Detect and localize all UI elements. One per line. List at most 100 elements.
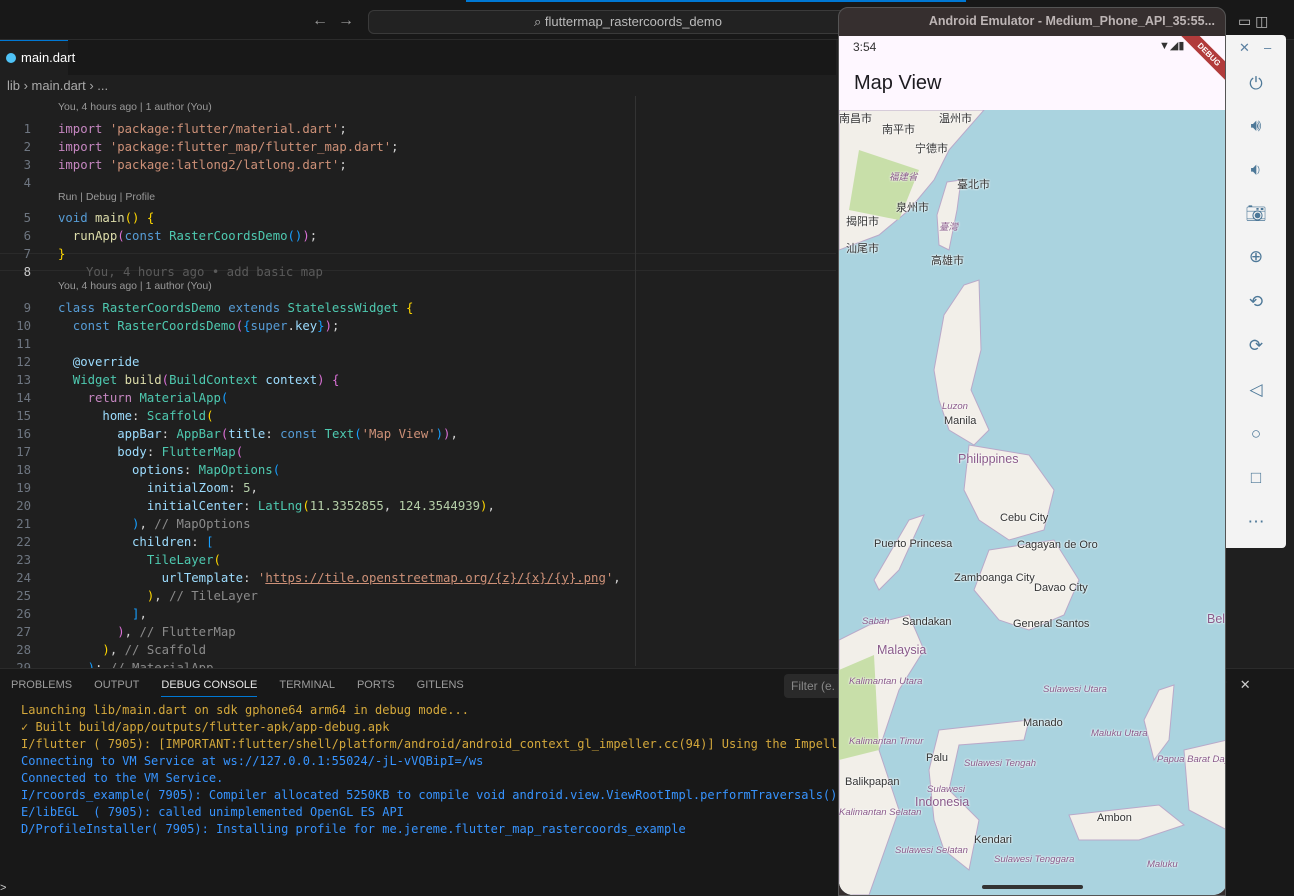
code-token: : bbox=[243, 498, 258, 513]
android-emulator-window: Android Emulator - Medium_Phone_API_35:5… bbox=[838, 7, 1226, 896]
code-line[interactable]: 16 appBar: AppBar(title: const Text('Map… bbox=[0, 425, 836, 443]
code-line[interactable]: 5 void main() { bbox=[0, 209, 836, 227]
code-line[interactable]: 3 import 'package:latlong2/latlong.dart'; bbox=[0, 156, 836, 174]
volume-down-icon[interactable]: 🔉︎ bbox=[1245, 159, 1267, 181]
code-text: import 'package:latlong2/latlong.dart'; bbox=[58, 156, 347, 174]
code-line[interactable]: 7} bbox=[0, 245, 836, 263]
code-token: , bbox=[154, 588, 170, 603]
code-line[interactable]: 17 body: FlutterMap( bbox=[0, 443, 836, 461]
back-arrow-icon[interactable]: ← bbox=[312, 12, 328, 30]
code-token: ( bbox=[213, 552, 221, 567]
panel-tab-output[interactable]: OUTPUT bbox=[94, 679, 139, 696]
line-number: 26 bbox=[16, 606, 31, 621]
code-token: import bbox=[58, 139, 110, 154]
code-token: : bbox=[183, 462, 199, 477]
map-label: Palu bbox=[926, 752, 949, 764]
code-token: ( bbox=[235, 318, 244, 333]
breadcrumb[interactable]: lib › main.dart › ... bbox=[7, 78, 108, 93]
code-line[interactable]: 25 ), // TileLayer bbox=[0, 587, 836, 605]
code-token: ; bbox=[309, 229, 318, 243]
code-token: appBar bbox=[58, 426, 162, 441]
code-token: Scaffold bbox=[146, 408, 207, 423]
line-number: 3 bbox=[23, 157, 31, 172]
code-token: ) bbox=[58, 516, 140, 531]
layout-toggle-icons[interactable]: ▭ ◫ bbox=[1238, 13, 1268, 30]
code-line[interactable]: 2 import 'package:flutter_map/flutter_map… bbox=[0, 138, 836, 156]
map-label: Manila bbox=[944, 415, 977, 427]
map-label: Papua Barat Daya bbox=[1157, 754, 1225, 765]
code-line[interactable]: 21 ), // MapOptions bbox=[0, 515, 836, 533]
code-token: 'package:flutter/material.dart' bbox=[109, 121, 340, 136]
volume-up-icon[interactable]: 🔊︎ bbox=[1245, 115, 1267, 137]
code-line[interactable]: 26 ], bbox=[0, 605, 836, 623]
code-line[interactable]: 6 runApp(const RasterCoordsDemo()); bbox=[0, 227, 836, 245]
command-center-search[interactable]: ⌕ fluttermap_rastercoords_demo bbox=[368, 10, 888, 34]
code-line[interactable]: 22 children: [ bbox=[0, 533, 836, 551]
panel-tab-problems[interactable]: PROBLEMS bbox=[11, 679, 72, 696]
rotate-right-icon[interactable]: ⟳ bbox=[1245, 335, 1267, 357]
map-label: 福建省 bbox=[889, 172, 918, 183]
close-panel-icon[interactable]: ✕ bbox=[1240, 677, 1251, 692]
code-token: main bbox=[95, 211, 125, 225]
code-token: super bbox=[250, 318, 288, 333]
code-text: initialCenter: LatLng(11.3352855, 124.35… bbox=[58, 497, 495, 515]
back-icon[interactable]: ◁ bbox=[1245, 379, 1267, 401]
code-line[interactable]: 20 initialCenter: LatLng(11.3352855, 124… bbox=[0, 497, 836, 515]
code-token: , bbox=[383, 498, 399, 513]
code-line[interactable]: 24 urlTemplate: 'https://tile.openstreet… bbox=[0, 569, 836, 587]
map-label: Philippines bbox=[958, 452, 1019, 466]
codelens[interactable]: You, 4 hours ago | 1 author (You) bbox=[58, 277, 212, 295]
code-line[interactable]: 28 ), // Scaffold bbox=[0, 641, 836, 659]
code-text: body: FlutterMap( bbox=[58, 443, 243, 461]
console-prompt[interactable]: > bbox=[0, 882, 6, 894]
code-line[interactable]: 12 @override bbox=[0, 353, 836, 371]
panel-tab-gitlens[interactable]: GITLENS bbox=[417, 679, 464, 696]
code-line[interactable]: 18 options: MapOptions( bbox=[0, 461, 836, 479]
code-line[interactable]: 1 import 'package:flutter/material.dart'; bbox=[0, 120, 836, 138]
code-token: ( bbox=[235, 444, 244, 459]
minimize-emulator-icon[interactable]: – bbox=[1264, 40, 1271, 55]
code-token: children bbox=[58, 534, 192, 549]
tab-main-dart[interactable]: main.dart bbox=[0, 40, 75, 75]
code-line[interactable]: 27 ), // FlutterMap bbox=[0, 623, 836, 641]
overview-icon[interactable]: □ bbox=[1245, 467, 1267, 489]
camera-icon[interactable]: 📷︎ bbox=[1245, 203, 1267, 225]
home-icon[interactable]: ○ bbox=[1245, 423, 1267, 445]
map-view[interactable]: 南昌市 温州市 南平市 宁德市 福建省 臺北市 泉州市 揭阳市 臺灣 汕尾市 高雄市 Luzon Man… bbox=[839, 110, 1225, 895]
power-icon[interactable]: ⏻ bbox=[1245, 73, 1267, 95]
codelens[interactable]: Run | Debug | Profile bbox=[58, 188, 155, 206]
code-line[interactable]: 9 class RasterCoordsDemo extends Stateles… bbox=[0, 299, 836, 317]
code-line[interactable]: 19 initialZoom: 5, bbox=[0, 479, 836, 497]
code-line[interactable]: 14 return MaterialApp( bbox=[0, 389, 836, 407]
code-line[interactable]: 13 Widget build(BuildContext context) { bbox=[0, 371, 836, 389]
map-label: Cebu City bbox=[1000, 512, 1049, 524]
panel-tab-ports[interactable]: PORTS bbox=[357, 679, 395, 696]
code-token: RasterCoordsDemo bbox=[169, 229, 288, 243]
rotate-left-icon[interactable]: ⟲ bbox=[1245, 291, 1267, 313]
codelens[interactable]: You, 4 hours ago | 1 author (You) bbox=[58, 98, 212, 116]
forward-arrow-icon[interactable]: → bbox=[338, 12, 354, 30]
more-icon[interactable]: ⋯ bbox=[1245, 511, 1267, 533]
console-filter-input[interactable]: Filter (e. bbox=[784, 674, 844, 698]
code-token: BuildContext bbox=[169, 372, 266, 387]
code-line[interactable]: 10 const RasterCoordsDemo({super.key}); bbox=[0, 317, 836, 335]
code-line[interactable]: 15 home: Scaffold( bbox=[0, 407, 836, 425]
code-token: context bbox=[265, 372, 318, 387]
map-label: Maluku bbox=[1147, 859, 1178, 870]
code-token: : bbox=[191, 534, 207, 549]
zoom-icon[interactable]: ⊕ bbox=[1245, 246, 1267, 268]
phone-screen[interactable]: 3:54 ▼◢▮ DEBUG Map View 南昌市 温州市 南平市 宁德市 … bbox=[839, 36, 1225, 895]
line-number: 1 bbox=[23, 121, 31, 136]
line-number: 13 bbox=[16, 372, 31, 387]
code-line[interactable]: 23 TileLayer( bbox=[0, 551, 836, 569]
gesture-home-bar[interactable] bbox=[982, 885, 1083, 889]
code-editor[interactable]: You, 4 hours ago | 1 author (You) 1 import… bbox=[0, 96, 836, 675]
code-text: return MaterialApp( bbox=[58, 389, 229, 407]
close-emulator-icon[interactable]: ✕ bbox=[1239, 40, 1250, 56]
code-line[interactable]: 11 bbox=[0, 335, 836, 353]
code-token: // TileLayer bbox=[169, 588, 258, 603]
panel-tab-debug-console[interactable]: DEBUG CONSOLE bbox=[161, 679, 258, 697]
line-number: 16 bbox=[16, 426, 31, 441]
panel-tab-terminal[interactable]: TERMINAL bbox=[279, 679, 335, 696]
code-text: } bbox=[58, 245, 65, 263]
